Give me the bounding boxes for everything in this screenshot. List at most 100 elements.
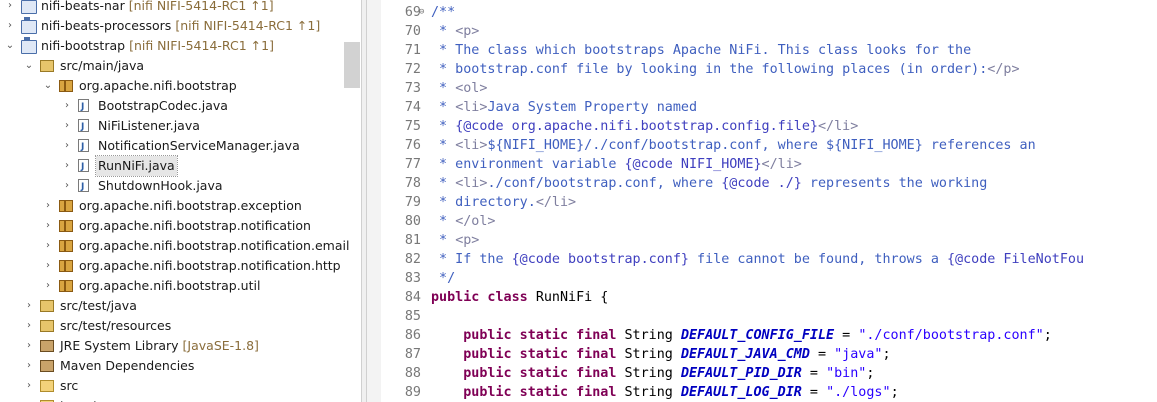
expand-chevron-icon[interactable]: › (23, 396, 35, 402)
code-line[interactable]: 80 * </ol> (381, 212, 1157, 231)
collapse-chevron-icon[interactable]: ⌄ (4, 36, 16, 56)
code-content: * <p> (431, 22, 479, 41)
code-content: */ (431, 269, 455, 288)
code-line[interactable]: 79 * directory.</li> (381, 193, 1157, 212)
code-line[interactable]: 87 public static final String DEFAULT_JA… (381, 345, 1157, 364)
expand-chevron-icon[interactable]: › (61, 136, 73, 156)
expand-chevron-icon[interactable]: › (23, 316, 35, 336)
tree-item-text: src/test/java (60, 298, 137, 313)
code-line[interactable]: 77 * environment variable {@code NIFI_HO… (381, 155, 1157, 174)
package-bootstrap-exception[interactable]: › org.apache.nifi.bootstrap.exception (0, 196, 344, 216)
tree-item-label: JRE System Library [JavaSE-1.8] (58, 336, 261, 356)
code-line[interactable]: 89 public static final String DEFAULT_LO… (381, 383, 1157, 402)
project-nifi-bootstrap[interactable]: ⌄ nifi-bootstrap [nifi NIFI-5414-RC1 ↑1] (0, 36, 344, 56)
tree-item-text: nifi-bootstrap (41, 38, 126, 53)
expand-chevron-icon[interactable]: › (61, 176, 73, 196)
tree-item-label: org.apache.nifi.bootstrap.notification.e… (77, 236, 351, 256)
file-notificationservicemanager[interactable]: › NotificationServiceManager.java (0, 136, 344, 157)
expand-chevron-icon[interactable]: › (61, 116, 73, 136)
javadoc-text: ./conf/bootstrap.conf, where (487, 176, 722, 191)
code-line[interactable]: 71 * The class which bootstraps Apache N… (381, 41, 1157, 60)
source-folder-src-main-java[interactable]: ⌄ src/main/java (0, 56, 344, 76)
code-line[interactable]: 88 public static final String DEFAULT_PI… (381, 364, 1157, 383)
package-bootstrap-notification[interactable]: › org.apache.nifi.bootstrap.notification (0, 216, 344, 236)
code-line[interactable]: 75 * {@code org.apache.nifi.bootstrap.co… (381, 117, 1157, 136)
constant-name: DEFAULT_JAVA_CMD (680, 347, 810, 362)
expand-chevron-icon[interactable]: › (42, 276, 54, 296)
project-nifi-beats-processors[interactable]: › nifi-beats-processors [nifi NIFI-5414-RC… (0, 16, 344, 36)
fold-toggle-icon[interactable]: ⊖ (419, 3, 424, 22)
package-bootstrap-notification-http[interactable]: › org.apache.nifi.bootstrap.notification.… (0, 256, 344, 276)
expand-chevron-icon[interactable]: › (42, 256, 54, 276)
code-content: * <li>Java System Property named (431, 98, 697, 117)
code-line[interactable]: 82 * If the {@code bootstrap.conf} file … (381, 250, 1157, 269)
code-line[interactable]: 83 */ (381, 269, 1157, 288)
code-line[interactable]: 72 * bootstrap.conf file by looking in t… (381, 60, 1157, 79)
tree-item-text: NotificationServiceManager.java (98, 138, 300, 153)
code-content: * If the {@code bootstrap.conf} file can… (431, 250, 1084, 269)
code-line[interactable]: 70 * <p> (381, 22, 1157, 41)
code-line[interactable]: 86 public static final String DEFAULT_CO… (381, 326, 1157, 345)
string-literal: "java" (834, 347, 883, 362)
expand-chevron-icon[interactable]: › (23, 296, 35, 316)
tree-item-label: target (58, 396, 100, 402)
explorer-scrollbar-thumb[interactable] (344, 42, 360, 88)
expand-chevron-icon[interactable]: › (61, 96, 73, 116)
html-tag: </p> (987, 62, 1020, 77)
collapse-chevron-icon[interactable]: ⌄ (42, 76, 54, 96)
expand-chevron-icon[interactable]: › (61, 156, 73, 176)
code-line[interactable]: 78 * <li>./conf/bootstrap.conf, where {@… (381, 174, 1157, 193)
line-number: 69 (404, 5, 421, 20)
collapse-chevron-icon[interactable]: ⌄ (23, 56, 35, 76)
expand-chevron-icon[interactable]: › (42, 236, 54, 256)
expand-chevron-icon[interactable]: › (42, 216, 54, 236)
html-tag: <li> (455, 138, 488, 153)
tree-item-decoration: [nifi NIFI-5414-RC1 ↑1] (175, 18, 321, 33)
tree-item-label: Maven Dependencies (58, 356, 196, 376)
package-bootstrap-notification-email[interactable]: › org.apache.nifi.bootstrap.notification.… (0, 236, 349, 256)
code-line[interactable]: 73 * <ol> (381, 79, 1157, 98)
tree-item-label: org.apache.nifi.bootstrap.notification.h… (77, 256, 343, 276)
code-line[interactable]: 84 public class RunNiFi { (381, 288, 1157, 307)
javadoc-text: * (431, 81, 456, 96)
package-icon (59, 240, 73, 252)
file-nifilistener[interactable]: › NiFiListener.java (0, 116, 344, 137)
line-number: 87 (404, 347, 421, 362)
package-org-apache-nifi-bootstrap[interactable]: ⌄ org.apache.nifi.bootstrap (0, 76, 344, 96)
code-editor[interactable]: 69 ⊖/** 70 * <p> 71 * The class which boots… (381, 0, 1157, 402)
file-bootstrapcodec[interactable]: › BootstrapCodec.java (0, 96, 344, 117)
code-text: = (801, 366, 827, 381)
code-line[interactable]: 69 ⊖ /** (381, 3, 1157, 22)
editor-annotation-ruler (367, 0, 381, 402)
tree-item-label: org.apache.nifi.bootstrap.exception (77, 196, 304, 216)
code-content: * </ol> (431, 212, 496, 231)
code-line[interactable]: 76 * <li>${NIFI_HOME}/./conf/bootstrap.c… (381, 136, 1157, 155)
code-line[interactable]: 81 * <p> (381, 231, 1157, 250)
line-number: 81 (404, 233, 421, 248)
project-nifi-beats-nar[interactable]: › nifi-beats-nar [nifi NIFI-5414-RC1 ↑1] (0, 0, 344, 16)
expand-chevron-icon[interactable]: › (23, 356, 35, 376)
html-tag: <li> (455, 176, 488, 191)
library-maven-dependencies[interactable]: › Maven Dependencies (0, 356, 344, 376)
library-jre-system[interactable]: › JRE System Library [JavaSE-1.8] (0, 336, 344, 356)
expand-chevron-icon[interactable]: › (42, 196, 54, 216)
expand-chevron-icon[interactable]: › (23, 336, 35, 356)
folder-target[interactable]: › target (0, 396, 344, 402)
code-line[interactable]: 74 * <li>Java System Property named (381, 98, 1157, 117)
expand-chevron-icon[interactable]: › (4, 0, 16, 16)
package-bootstrap-util[interactable]: › org.apache.nifi.bootstrap.util (0, 276, 344, 296)
tree-item-text: org.apache.nifi.bootstrap.util (79, 278, 261, 293)
source-folder-src-test-java[interactable]: › src/test/java (0, 296, 344, 316)
html-tag: </ol> (455, 214, 496, 229)
file-runnifi[interactable]: › RunNiFi.java (0, 155, 344, 177)
expand-chevron-icon[interactable]: › (4, 16, 16, 36)
source-folder-src-test-resources[interactable]: › src/test/resources (0, 316, 344, 336)
folder-src[interactable]: › src (0, 376, 344, 396)
expand-chevron-icon[interactable]: › (23, 376, 35, 396)
tree-item-text: nifi-beats-processors (41, 18, 172, 33)
tree-item-text: Maven Dependencies (60, 358, 195, 373)
code-line[interactable]: 85 (381, 307, 1157, 326)
line-number: 84 (404, 290, 421, 305)
file-shutdownhook[interactable]: › ShutdownHook.java (0, 176, 344, 197)
